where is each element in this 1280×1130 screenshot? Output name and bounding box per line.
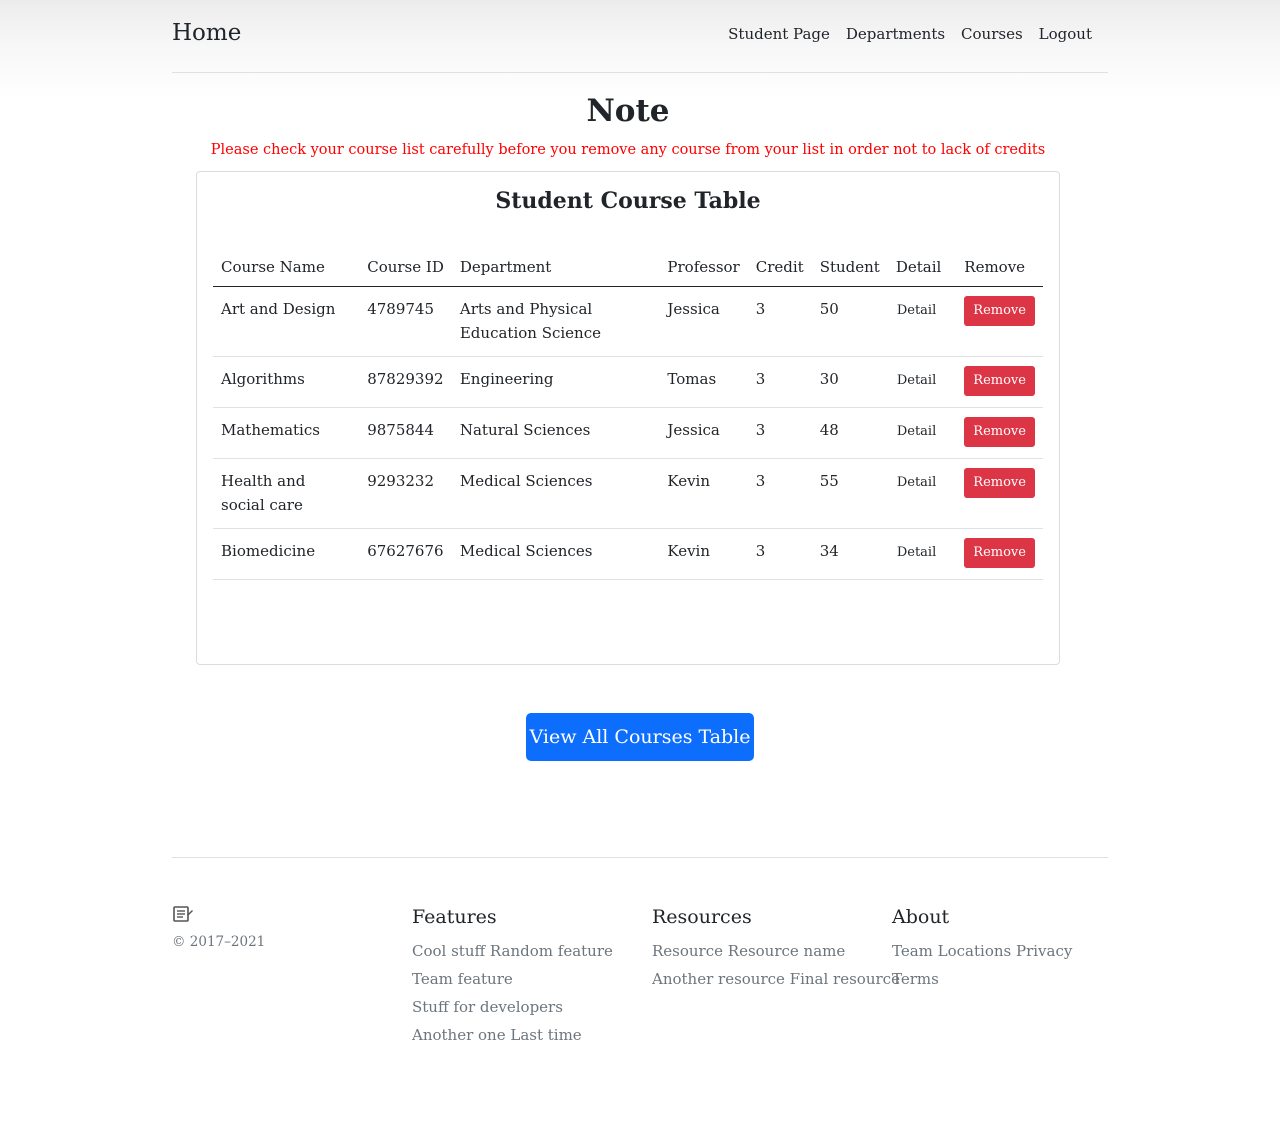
student-course-card: Student Course Table Course Name Course …: [196, 171, 1060, 665]
header-student: Student: [811, 247, 888, 287]
cell-course-name: Health and social care: [213, 458, 360, 529]
cell-professor: Kevin: [659, 458, 748, 529]
table-row: Algorithms 87829392 Engineering Tomas 3 …: [213, 356, 1043, 408]
view-all-courses-button[interactable]: View All Courses Table: [526, 713, 754, 761]
cell-remove: Remove: [956, 407, 1043, 459]
detail-button[interactable]: Detail: [897, 541, 936, 563]
navbar: Home Student Page Departments Courses Lo…: [172, 0, 1108, 73]
cell-course-id: 87829392: [359, 356, 452, 408]
detail-button[interactable]: Detail: [897, 369, 936, 391]
cell-credit: 3: [747, 528, 812, 580]
footer-about-title: About: [892, 906, 950, 928]
course-table: Course Name Course ID Department Profess…: [213, 247, 1043, 580]
header-remove: Remove: [956, 247, 1043, 287]
cell-detail: Detail: [887, 286, 957, 357]
footer-about-column: About Team Locations Privacy Terms: [892, 906, 1108, 993]
cell-course-id: 4789745: [359, 286, 452, 357]
cell-student: 55: [811, 458, 888, 529]
cell-remove: Remove: [956, 458, 1043, 529]
detail-button[interactable]: Detail: [897, 471, 936, 493]
cell-department: Natural Sciences: [451, 407, 660, 459]
footer-resources-column: Resources Resource Resource name Another…: [652, 906, 900, 993]
cell-department: Engineering: [451, 356, 660, 408]
nav-student-page[interactable]: Student Page: [728, 25, 830, 43]
cell-student: 34: [811, 528, 888, 580]
note-warning-text: Please check your course list carefully …: [210, 142, 1046, 158]
footer: © 2017–2021 Features Cool stuff Random f…: [172, 857, 1108, 1057]
footer-features-column: Features Cool stuff Random feature Team …: [412, 906, 613, 1049]
cell-course-name: Mathematics: [213, 407, 360, 459]
nav-departments[interactable]: Departments: [846, 25, 945, 43]
cell-course-name: Biomedicine: [213, 528, 360, 580]
cell-detail: Detail: [887, 407, 957, 459]
table-title: Student Course Table: [495, 188, 761, 214]
remove-button[interactable]: Remove: [964, 366, 1035, 396]
cell-detail: Detail: [887, 356, 957, 408]
cell-credit: 3: [747, 458, 812, 529]
cell-remove: Remove: [956, 286, 1043, 357]
header-course-name: Course Name: [213, 247, 360, 287]
cell-credit: 3: [747, 407, 812, 459]
cell-department: Medical Sciences: [451, 458, 660, 529]
cell-professor: Jessica: [659, 407, 748, 459]
footer-link[interactable]: Another one Last time: [412, 1021, 613, 1049]
cell-course-name: Algorithms: [213, 356, 360, 408]
cell-professor: Jessica: [659, 286, 748, 357]
cell-course-id: 9875844: [359, 407, 452, 459]
header-detail: Detail: [887, 247, 957, 287]
cell-course-id: 67627676: [359, 528, 452, 580]
detail-button[interactable]: Detail: [897, 420, 936, 442]
footer-link[interactable]: Cool stuff Random feature: [412, 937, 613, 965]
remove-button[interactable]: Remove: [964, 296, 1035, 326]
cell-course-name: Art and Design: [213, 286, 360, 357]
cell-detail: Detail: [887, 528, 957, 580]
cell-professor: Tomas: [659, 356, 748, 408]
header-credit: Credit: [747, 247, 812, 287]
header-department: Department: [451, 247, 660, 287]
cell-student: 50: [811, 286, 888, 357]
cell-student: 30: [811, 356, 888, 408]
header-course-id: Course ID: [359, 247, 452, 287]
cell-student: 48: [811, 407, 888, 459]
remove-button[interactable]: Remove: [964, 417, 1035, 447]
detail-button[interactable]: Detail: [897, 299, 936, 321]
footer-link[interactable]: Team feature: [412, 965, 613, 993]
copyright: © 2017–2021: [172, 934, 266, 950]
note-title: Note: [586, 93, 670, 129]
notebook-icon: [173, 906, 193, 922]
home-link[interactable]: Home: [172, 20, 241, 46]
footer-link[interactable]: Another resource Final resource: [652, 965, 900, 993]
cell-credit: 3: [747, 286, 812, 357]
nav-courses[interactable]: Courses: [961, 25, 1023, 43]
cell-department: Arts and Physical Education Science: [451, 286, 660, 357]
cell-remove: Remove: [956, 356, 1043, 408]
cell-professor: Kevin: [659, 528, 748, 580]
remove-button[interactable]: Remove: [964, 468, 1035, 498]
cell-department: Medical Sciences: [451, 528, 660, 580]
footer-link[interactable]: Stuff for developers: [412, 993, 613, 1021]
table-row: Health and social care 9293232 Medical S…: [213, 458, 1043, 529]
footer-features-title: Features: [412, 906, 497, 928]
header-professor: Professor: [659, 247, 748, 287]
nav-links: Student Page Departments Courses Logout: [728, 25, 1092, 43]
cell-remove: Remove: [956, 528, 1043, 580]
footer-link[interactable]: Resource Resource name: [652, 937, 900, 965]
table-row: Biomedicine 67627676 Medical Sciences Ke…: [213, 528, 1043, 580]
cell-credit: 3: [747, 356, 812, 408]
nav-logout[interactable]: Logout: [1039, 25, 1092, 43]
cell-detail: Detail: [887, 458, 957, 529]
cell-course-id: 9293232: [359, 458, 452, 529]
footer-link[interactable]: Team Locations Privacy Terms: [892, 937, 1108, 993]
table-row: Art and Design 4789745 Arts and Physical…: [213, 286, 1043, 357]
footer-resources-title: Resources: [652, 906, 752, 928]
remove-button[interactable]: Remove: [964, 538, 1035, 568]
table-header-row: Course Name Course ID Department Profess…: [213, 247, 1043, 287]
table-row: Mathematics 9875844 Natural Sciences Jes…: [213, 407, 1043, 459]
